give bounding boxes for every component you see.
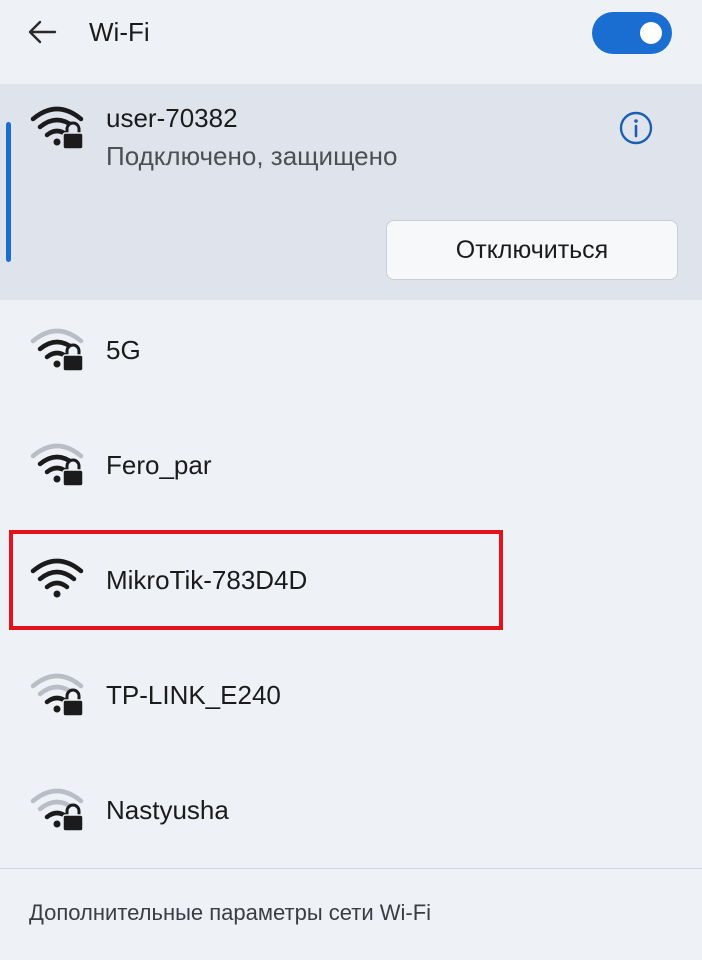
network-name: TP-LINK_E240 — [106, 680, 281, 710]
network-item-5g[interactable]: 5G — [0, 300, 702, 400]
network-item-tp-link[interactable]: TP-LINK_E240 — [0, 645, 702, 745]
wifi-secured-weak-icon — [30, 788, 84, 832]
wifi-secured-weak-icon — [30, 673, 84, 717]
info-icon — [619, 111, 653, 145]
network-name: Fero_par — [106, 450, 212, 480]
wifi-open-icon — [30, 558, 84, 598]
arrow-left-icon — [28, 20, 57, 44]
connected-network-name: user-70382 — [106, 103, 238, 133]
wifi-secured-weak-icon — [30, 328, 84, 372]
wifi-toggle[interactable] — [592, 12, 672, 54]
network-item-fero-par[interactable]: Fero_par — [0, 415, 702, 515]
connected-network-panel[interactable]: user-70382 Подключено, защищено Отключит… — [0, 84, 702, 300]
back-button[interactable] — [22, 14, 62, 50]
toggle-knob — [640, 22, 662, 44]
header: Wi-Fi — [0, 0, 702, 84]
connection-status: Подключено, защищено — [106, 141, 398, 171]
network-properties-button[interactable] — [616, 108, 656, 148]
network-name: MikroTik-783D4D — [106, 565, 308, 595]
network-item-nastyusha[interactable]: Nastyusha — [0, 760, 702, 860]
more-wifi-settings-link[interactable]: Дополнительные параметры сети Wi-Fi — [29, 898, 431, 928]
footer-divider — [0, 868, 702, 869]
selection-accent-bar — [6, 122, 11, 262]
wifi-secured-weak-icon — [30, 443, 84, 487]
page-title: Wi-Fi — [89, 17, 150, 47]
wifi-secured-icon — [30, 106, 84, 150]
disconnect-button[interactable]: Отключиться — [386, 220, 678, 280]
network-name: 5G — [106, 335, 141, 365]
network-name: Nastyusha — [106, 795, 229, 825]
network-item-mikrotik[interactable]: MikroTik-783D4D — [0, 530, 702, 630]
